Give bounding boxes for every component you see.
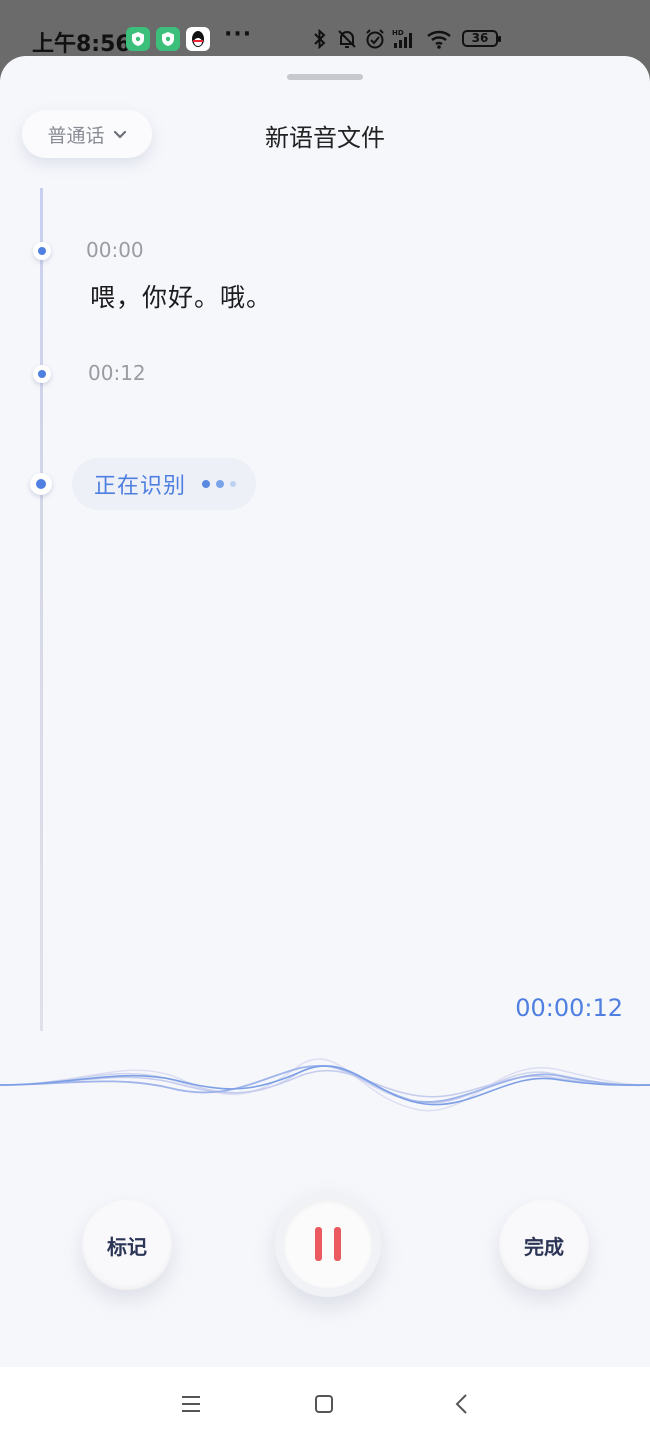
shield-app-icon bbox=[156, 27, 180, 51]
recognizing-indicator: 正在识别 bbox=[72, 458, 256, 510]
timeline-dot bbox=[33, 365, 51, 383]
recording-sheet: 普通话 新语音文件 00:00 喂，你好。哦。 00:12 正在识别 00:00… bbox=[0, 56, 650, 1367]
status-time: 上午8:56 bbox=[32, 32, 131, 57]
pause-button[interactable] bbox=[275, 1191, 381, 1297]
bluetooth-icon bbox=[312, 28, 328, 54]
timeline-dot bbox=[33, 242, 51, 260]
battery-icon: 36 bbox=[462, 30, 501, 47]
mark-button-label: 标记 bbox=[107, 1234, 147, 1259]
recording-duration: 00:00:12 bbox=[515, 994, 623, 1022]
page-title: 新语音文件 bbox=[265, 124, 385, 152]
system-nav-bar bbox=[0, 1367, 650, 1445]
loading-dots-icon bbox=[202, 480, 237, 488]
segment-timestamp[interactable]: 00:00 bbox=[86, 238, 144, 262]
home-square-icon[interactable] bbox=[313, 1393, 335, 1419]
timeline-line bbox=[40, 188, 43, 1031]
back-icon[interactable] bbox=[451, 1393, 473, 1419]
qq-icon bbox=[186, 27, 210, 51]
segment-text[interactable]: 喂，你好。哦。 bbox=[90, 278, 272, 314]
svg-text:HD: HD bbox=[392, 29, 404, 37]
wifi-icon bbox=[426, 28, 454, 54]
pause-icon bbox=[284, 1200, 372, 1288]
more-notifications: ··· bbox=[224, 22, 253, 47]
segment-timestamp[interactable]: 00:12 bbox=[88, 361, 146, 385]
done-button-label: 完成 bbox=[524, 1234, 564, 1259]
recognizing-label: 正在识别 bbox=[94, 474, 187, 499]
signal-icon: HD bbox=[392, 28, 420, 54]
shield-app-icon bbox=[126, 27, 150, 51]
done-button[interactable]: 完成 bbox=[499, 1200, 589, 1290]
alarm-icon bbox=[364, 28, 386, 54]
sheet-drag-handle[interactable] bbox=[287, 74, 363, 80]
menu-icon[interactable] bbox=[180, 1393, 202, 1419]
mark-button[interactable]: 标记 bbox=[82, 1200, 172, 1290]
timeline-dot-active bbox=[30, 473, 52, 495]
mute-bell-icon bbox=[336, 28, 358, 54]
audio-waveform bbox=[0, 1058, 650, 1112]
